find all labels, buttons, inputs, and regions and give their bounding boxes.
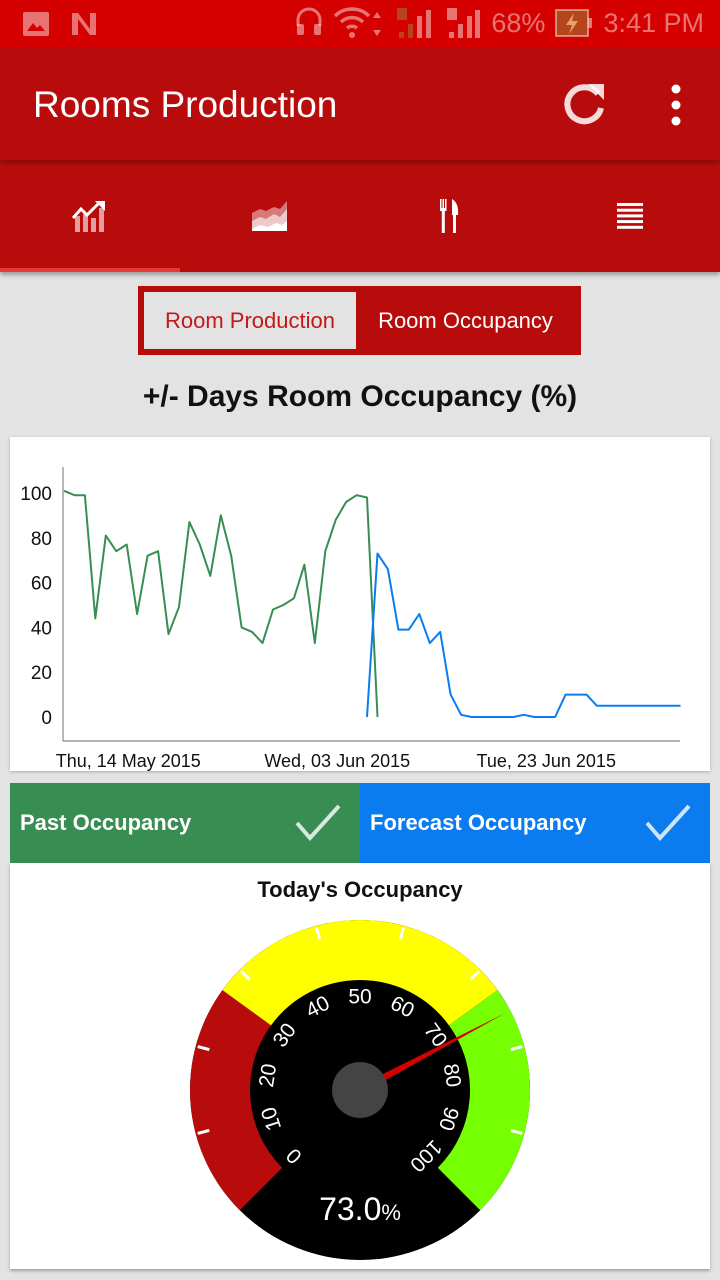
clock: 3:41 PM: [603, 7, 704, 38]
forecast-occupancy-line: [366, 552, 681, 718]
bar-chart-trend-icon: [72, 201, 105, 232]
past-occupancy-line: [63, 489, 379, 718]
tab-area-chart[interactable]: [180, 160, 360, 272]
todays-occupancy-card: Today's Occupancy 0 10 20 30 40 50 60 70 80 90 100…: [10, 863, 710, 1269]
legend-forecast-label: Forecast Occupancy: [370, 810, 587, 835]
y-tick-label: 40: [31, 618, 52, 639]
battery-percent: 68%: [491, 7, 546, 38]
refresh-icon[interactable]: [558, 78, 610, 130]
y-tick-label: 100: [20, 484, 52, 505]
legend-past-label: Past Occupancy: [20, 810, 192, 835]
x-tick-label: Wed, 03 Jun 2015: [264, 751, 410, 771]
checkmark-icon: [645, 804, 691, 842]
headset-icon: [296, 7, 322, 35]
app-bar: Rooms Production: [0, 48, 720, 160]
legend-past-occupancy[interactable]: Past Occupancy: [10, 783, 360, 863]
legend-forecast-occupancy[interactable]: Forecast Occupancy: [360, 783, 710, 863]
checkmark-icon: [295, 804, 341, 842]
app-title: Rooms Production: [33, 84, 338, 125]
occupancy-gauge: 010203040 50 60708090100 73.0%: [190, 920, 530, 1260]
tab-room-production[interactable]: [0, 160, 180, 272]
overflow-menu-icon[interactable]: [660, 82, 692, 128]
line-chart-svg: 0 20 40 60 80 100 Thu, 14 May 2015 Wed, 03 Jun…: [20, 467, 681, 771]
x-tick-label: Thu, 14 May 2015: [56, 751, 201, 771]
chart-legend: Past Occupancy Forecast Occupancy: [10, 783, 710, 863]
sim1-signal-icon: [397, 8, 432, 38]
gauge-scale-label: 80: [439, 1062, 465, 1089]
y-tick-label: 0: [41, 708, 52, 729]
gauge-scale-label: 20: [255, 1062, 281, 1089]
view-toggle: Room Production Room Occupancy: [138, 286, 581, 355]
status-bar: 68% 3:41 PM: [0, 0, 720, 48]
list-icon: [617, 203, 643, 229]
chart-title: +/- Days Room Occupancy (%): [142, 380, 578, 413]
y-tick-label: 80: [31, 529, 52, 550]
tab-list[interactable]: [540, 160, 720, 272]
gauge-scale-label: 50: [348, 986, 371, 1009]
gauge-hub: [332, 1062, 388, 1118]
fork-knife-icon: [440, 199, 459, 233]
tab-bar: [0, 160, 720, 272]
sim2-signal-icon: [447, 8, 481, 38]
room-occupancy-button[interactable]: Room Occupancy: [356, 292, 575, 349]
area-chart-icon: [252, 201, 287, 231]
battery-charging-icon: [555, 9, 593, 37]
notification-n-icon: [72, 13, 96, 35]
room-production-button[interactable]: Room Production: [144, 292, 356, 349]
x-tick-label: Tue, 23 Jun 2015: [477, 751, 616, 771]
tab-restaurant[interactable]: [360, 160, 540, 272]
y-tick-label: 20: [31, 663, 52, 684]
gallery-icon: [23, 12, 49, 36]
occupancy-line-chart: 0 20 40 60 80 100 Thu, 14 May 2015 Wed, 03 Jun…: [10, 437, 710, 771]
y-tick-label: 60: [31, 574, 52, 595]
wifi-icon: [334, 7, 382, 38]
